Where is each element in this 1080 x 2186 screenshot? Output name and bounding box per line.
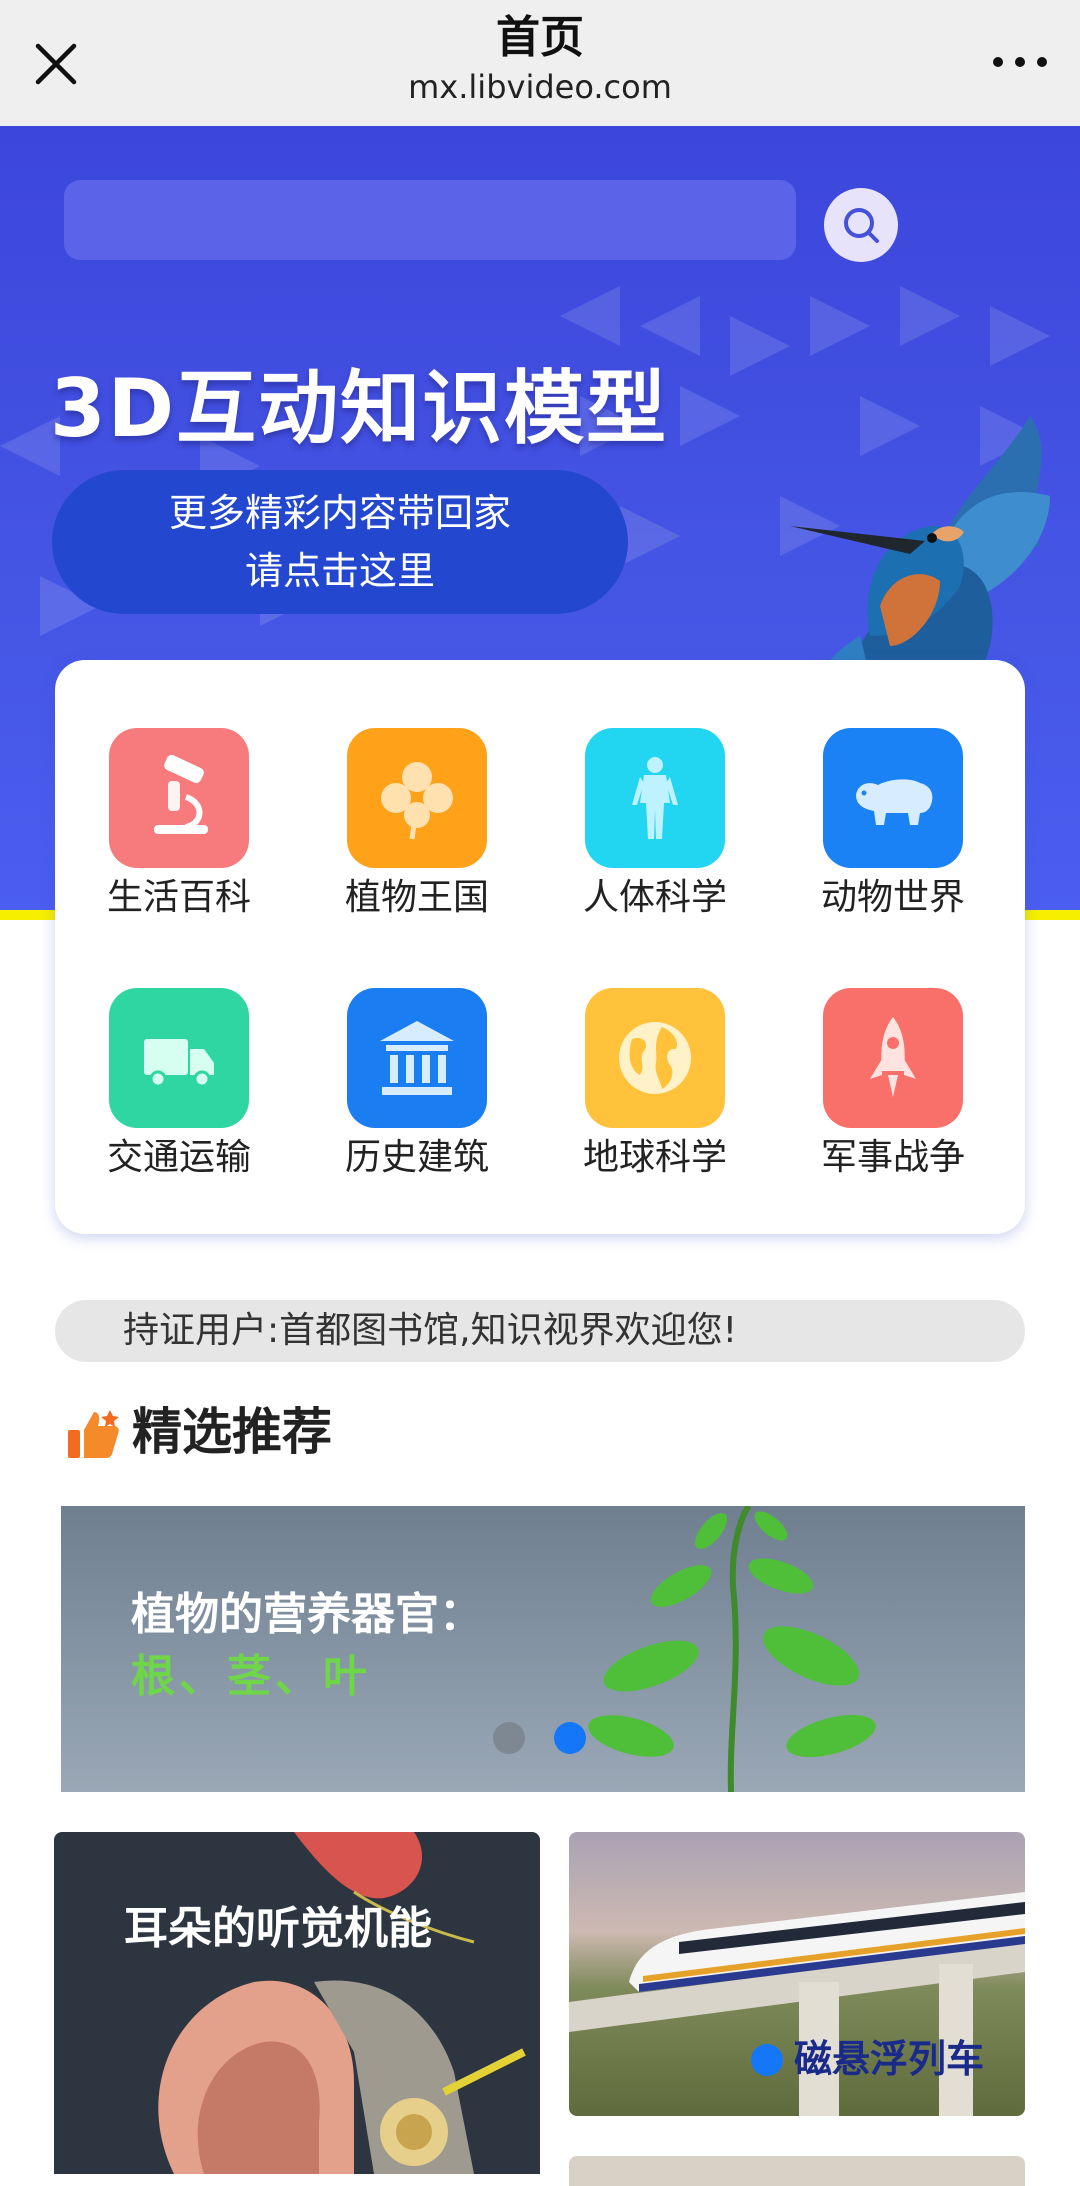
category-label: 地球科学 xyxy=(582,1137,727,1178)
microscope-icon xyxy=(109,728,249,868)
card-title: 磁悬浮列车 xyxy=(794,2036,985,2081)
category-label: 历史建筑 xyxy=(344,1137,489,1178)
search-icon xyxy=(844,208,879,243)
clover-icon xyxy=(347,728,487,868)
carousel-dot[interactable] xyxy=(751,2044,783,2076)
carousel-dot-active[interactable] xyxy=(554,1722,586,1754)
category-human[interactable]: 人体科学 xyxy=(555,728,755,922)
globe-icon xyxy=(585,988,725,1128)
category-plants[interactable]: 植物王国 xyxy=(317,728,517,922)
welcome-notice: 持证用户:首都图书馆,知识视界欢迎您! xyxy=(55,1300,1025,1362)
human-body-icon xyxy=(585,728,725,868)
category-architecture[interactable]: 历史建筑 xyxy=(317,988,517,1182)
hero-title: 3D互动知识模型 xyxy=(50,362,669,455)
category-label: 生活百科 xyxy=(106,877,251,918)
search-button[interactable] xyxy=(824,188,898,262)
content-card-partial[interactable] xyxy=(569,2156,1025,2186)
category-label: 交通运输 xyxy=(106,1137,251,1178)
category-label: 植物王国 xyxy=(344,877,489,918)
cta-line-1: 更多精彩内容带回家 xyxy=(168,491,511,535)
browser-top-bar: 首页 mx.libvideo.com xyxy=(0,0,1080,126)
page-url: mx.libvideo.com xyxy=(408,68,672,106)
title-block: 首页 mx.libvideo.com xyxy=(0,10,1080,108)
thumbs-up-icon xyxy=(66,1406,122,1462)
truck-icon xyxy=(109,988,249,1128)
featured-carousel[interactable]: 植物的营养器官： 根、茎、叶 xyxy=(61,1506,1025,1792)
plant-illustration xyxy=(588,1506,876,1792)
category-earth[interactable]: 地球科学 xyxy=(555,988,755,1182)
content-card-ear[interactable]: 耳朵的听觉机能 xyxy=(54,1832,540,2174)
more-dots-icon[interactable] xyxy=(988,38,1052,86)
cta-line-2: 请点击这里 xyxy=(244,549,435,593)
carousel-dot[interactable] xyxy=(493,1722,525,1754)
banner-subtitle: 根、茎、叶 xyxy=(131,1651,371,1702)
hero-cta-button[interactable]: 更多精彩内容带回家 请点击这里 xyxy=(52,470,628,614)
category-label: 人体科学 xyxy=(582,877,727,918)
category-transport[interactable]: 交通运输 xyxy=(79,988,279,1182)
category-grid: 生活百科 植物王国 人体科学 动物世界 交通运输 历史建筑 地球科学 军事战争 xyxy=(55,660,1025,1234)
search-input[interactable] xyxy=(64,180,796,260)
content-card-maglev[interactable]: 磁悬浮列车 xyxy=(569,1832,1025,2116)
category-label: 动物世界 xyxy=(820,877,965,918)
banner-title: 植物的营养器官： xyxy=(131,1589,483,1640)
rocket-icon xyxy=(823,988,963,1128)
page-title: 首页 xyxy=(496,12,584,63)
building-icon xyxy=(347,988,487,1128)
category-life[interactable]: 生活百科 xyxy=(79,728,279,922)
category-animals[interactable]: 动物世界 xyxy=(793,728,993,922)
bear-icon xyxy=(823,728,963,868)
category-military[interactable]: 军事战争 xyxy=(793,988,993,1182)
card-title: 耳朵的听觉机能 xyxy=(124,1903,432,1954)
category-label: 军事战争 xyxy=(820,1137,965,1178)
ear-illustration xyxy=(158,1832,526,2174)
section-title: 精选推荐 xyxy=(132,1403,332,1461)
